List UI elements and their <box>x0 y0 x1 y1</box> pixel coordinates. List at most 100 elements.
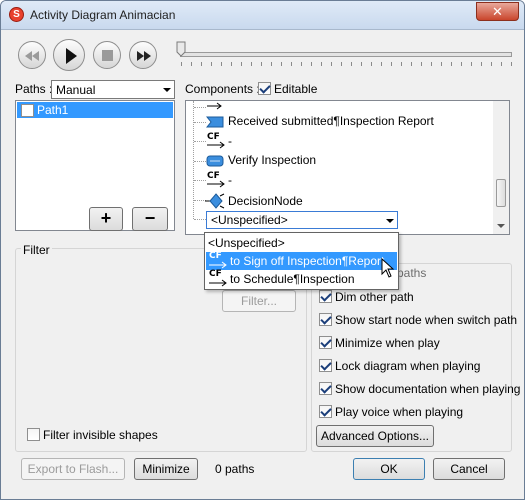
slider-tick <box>331 62 332 66</box>
dropdown-option-schedule[interactable]: CF to Schedule¶Inspection <box>206 269 397 288</box>
minimize-when-play-label: Minimize when play <box>335 336 440 350</box>
tree-item-label: - <box>228 173 232 187</box>
dropdown-option-sign-off[interactable]: CF to Sign off Inspection¶Report <box>206 251 397 270</box>
show-start-node-label: Show start node when switch path <box>335 313 518 327</box>
dim-other-path-label: Dim other path <box>335 290 414 304</box>
control-flow-icon: CF <box>209 269 229 287</box>
play-button[interactable] <box>53 39 85 71</box>
close-button[interactable]: ✕ <box>476 2 519 21</box>
transition-combo-value: <Unspecified> <box>211 213 288 227</box>
slider-tick <box>391 62 392 66</box>
chevron-down-icon <box>163 88 171 92</box>
advanced-options-button[interactable]: Advanced Options... <box>316 425 434 447</box>
path-list-item[interactable]: Path1 <box>17 102 173 118</box>
remove-path-button[interactable]: − <box>132 207 168 231</box>
slider-tick <box>251 62 252 66</box>
stop-button[interactable] <box>93 41 121 69</box>
ok-button[interactable]: OK <box>353 458 425 480</box>
fast-forward-icon <box>137 51 151 61</box>
filter-group-title: Filter <box>21 243 52 257</box>
play-voice-checkbox[interactable] <box>319 405 332 418</box>
slider-tick <box>291 62 292 66</box>
tree-row-action[interactable]: Verify Inspection <box>186 152 509 172</box>
flow-arrow-icon <box>207 102 222 110</box>
tree-row-decision[interactable]: DecisionNode <box>186 192 509 212</box>
transition-dropdown-list[interactable]: <Unspecified> CF to Sign off Inspection¶… <box>204 232 399 290</box>
scroll-down-icon[interactable] <box>497 224 505 229</box>
timeline-slider-thumb[interactable] <box>176 41 186 57</box>
filter-invisible-checkbox[interactable] <box>27 428 40 441</box>
slider-tick <box>301 62 302 66</box>
control-flow-icon: CF <box>207 171 227 189</box>
timeline-ticks <box>181 62 512 66</box>
slider-tick <box>351 62 352 66</box>
slider-tick <box>451 62 452 66</box>
components-scrollbar[interactable] <box>493 101 509 234</box>
slider-tick <box>501 62 502 66</box>
title-bar[interactable]: S Activity Diagram Animacian ✕ <box>1 1 524 30</box>
slider-tick <box>491 62 492 66</box>
tree-connector <box>194 107 206 108</box>
filter-button[interactable]: Filter... <box>222 290 296 312</box>
slider-tick <box>411 62 412 66</box>
dialog-window: S Activity Diagram Animacian ✕ Paths : M… <box>0 0 525 500</box>
tree-row-action[interactable]: Received submitted¶Inspection Report <box>186 113 509 133</box>
show-start-node-checkbox[interactable] <box>319 313 332 326</box>
slider-tick <box>281 62 282 66</box>
paths-label: Paths : <box>15 82 53 96</box>
mouse-pointer-icon <box>381 258 395 278</box>
options-partial-label: paths <box>397 266 427 280</box>
slider-tick <box>261 62 262 66</box>
slider-tick <box>421 62 422 66</box>
tree-connector <box>194 141 206 142</box>
editable-checkbox[interactable] <box>258 82 271 95</box>
slider-tick <box>191 62 192 66</box>
decision-node-icon <box>205 193 225 209</box>
app-logo-icon: S <box>9 7 24 22</box>
transition-combo[interactable]: <Unspecified> <box>206 211 398 229</box>
slider-tick <box>271 62 272 66</box>
tree-connector <box>194 219 206 220</box>
rewind-icon <box>25 51 39 61</box>
slider-tick <box>431 62 432 66</box>
path-item-checkbox[interactable] <box>21 104 34 117</box>
minimize-when-play-checkbox[interactable] <box>319 336 332 349</box>
tree-item-label: DecisionNode <box>228 194 303 208</box>
show-documentation-checkbox[interactable] <box>319 382 332 395</box>
paths-count: 0 paths <box>215 462 255 476</box>
fast-forward-button[interactable] <box>129 41 157 69</box>
tree-connector <box>194 180 206 181</box>
tree-connector <box>194 122 206 123</box>
tree-item-label: Received submitted¶Inspection Report <box>228 114 434 128</box>
timeline-slider-track[interactable] <box>180 52 512 57</box>
dropdown-option-label: <Unspecified> <box>208 236 285 250</box>
lock-diagram-label: Lock diagram when playing <box>335 359 481 373</box>
slider-tick <box>361 62 362 66</box>
slider-tick <box>211 62 212 66</box>
tree-item-label: Verify Inspection <box>228 153 317 167</box>
components-tree[interactable]: Received submitted¶Inspection Report CF … <box>185 100 510 235</box>
dropdown-option-label: to Sign off Inspection¶Report <box>230 254 385 268</box>
slider-tick <box>461 62 462 66</box>
receive-action-icon <box>206 116 224 128</box>
play-voice-label: Play voice when playing <box>335 405 464 419</box>
scrollbar-thumb[interactable] <box>496 179 506 207</box>
tree-connector <box>194 161 206 162</box>
add-path-button[interactable]: + <box>89 207 123 231</box>
dim-other-path-checkbox[interactable] <box>319 290 332 303</box>
export-to-flash-button[interactable]: Export to Flash... <box>21 458 125 480</box>
slider-tick <box>401 62 402 66</box>
cancel-button[interactable]: Cancel <box>433 458 505 480</box>
lock-diagram-checkbox[interactable] <box>319 359 332 372</box>
tree-row-control-flow[interactable]: CF - <box>186 131 509 151</box>
paths-mode-combo[interactable]: Manual <box>51 80 175 99</box>
slider-tick <box>311 62 312 66</box>
control-flow-icon: CF <box>207 132 227 150</box>
rewind-button[interactable] <box>18 41 46 69</box>
tree-row-control-flow[interactable]: CF - <box>186 170 509 190</box>
slider-tick <box>321 62 322 66</box>
dropdown-option-unspecified[interactable]: <Unspecified> <box>206 234 397 252</box>
slider-tick <box>381 62 382 66</box>
minimize-button[interactable]: Minimize <box>134 458 198 480</box>
control-flow-icon: CF <box>209 251 229 269</box>
